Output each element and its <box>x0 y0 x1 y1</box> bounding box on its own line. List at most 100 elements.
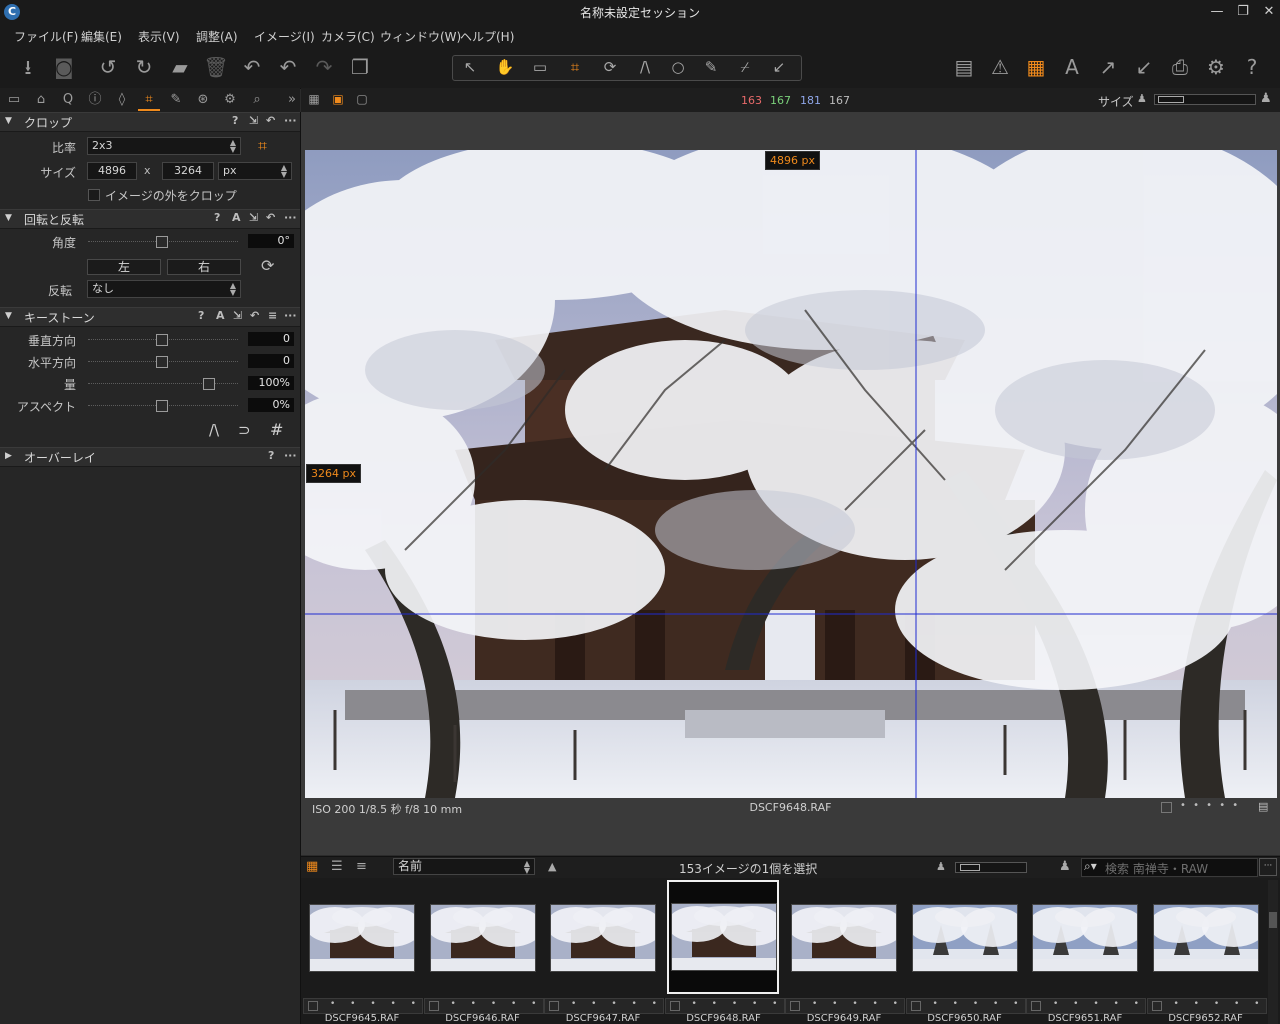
loupe-tool-icon[interactable]: ▭ <box>525 56 555 78</box>
adjust-tab-icon[interactable]: ✎ <box>165 91 187 109</box>
print-icon[interactable]: ⎙ <box>1166 54 1194 80</box>
thumbnail-image[interactable] <box>670 903 777 971</box>
menu-icon[interactable]: ··· <box>284 114 297 127</box>
collapse-arrow-icon[interactable]: ▼ <box>5 116 12 126</box>
search-icon[interactable]: ⌕▾ <box>1084 859 1097 874</box>
help-icon[interactable]: ? <box>1238 54 1266 80</box>
delete-icon[interactable]: 🗑 <box>202 54 230 80</box>
list-icon[interactable]: ≡ <box>268 309 277 322</box>
color-tag-icon[interactable] <box>1161 802 1172 813</box>
redo-icon[interactable]: ↷ <box>310 54 338 80</box>
copy-icon[interactable]: ⇲ <box>249 114 258 127</box>
move-to-icon[interactable]: ▰ <box>166 54 194 80</box>
reset-icon[interactable]: ↶ <box>250 309 259 322</box>
grid-view-icon[interactable]: ▦ <box>306 859 318 874</box>
copy-icon[interactable]: ⇲ <box>233 309 242 322</box>
exposure-tab-icon[interactable]: ⓘ <box>84 91 106 109</box>
lens-tab-icon[interactable]: Q <box>57 91 79 109</box>
keystone-horizontal-icon[interactable]: ⊃ <box>238 421 251 439</box>
help-icon[interactable]: ? <box>232 114 238 127</box>
ratio-select[interactable]: 2x3 ▲ ▼ <box>87 137 241 155</box>
color-tag-icon[interactable] <box>1151 1001 1162 1011</box>
undo-step-icon[interactable]: ↶ <box>274 54 302 80</box>
thumbnail-size-handle[interactable] <box>960 864 980 871</box>
reset-icon[interactable]: ↶ <box>266 114 275 127</box>
sort-direction-icon[interactable]: ▲ <box>548 860 556 873</box>
crop-tool-icon[interactable]: ⌗ <box>560 56 590 78</box>
thumbnail-cell[interactable] <box>666 880 779 994</box>
process-icon[interactable]: ↗ <box>1094 54 1122 80</box>
main-photo[interactable] <box>305 150 1277 798</box>
expand-arrow-icon[interactable]: ▶ <box>5 451 12 461</box>
rotate-tool-icon[interactable]: ⟳ <box>261 256 274 275</box>
menu-view[interactable]: 表示(V) <box>138 28 180 45</box>
sort-select[interactable]: 名前 ▲ ▼ <box>393 858 535 875</box>
thumbnail-image[interactable] <box>1152 904 1259 972</box>
menu-adjust[interactable]: 調整(A) <box>196 28 238 45</box>
browser-menu-icon[interactable]: ··· <box>1259 858 1277 876</box>
minimize-button[interactable]: — <box>1204 2 1230 22</box>
angle-slider-handle[interactable] <box>156 236 168 248</box>
maximize-button[interactable]: ❐ <box>1230 2 1256 22</box>
rotate-right-button[interactable]: 右 <box>167 259 241 275</box>
layout-icon[interactable]: ▤ <box>950 54 978 80</box>
settings-icon[interactable]: ⚙ <box>1202 54 1230 80</box>
undo-icon[interactable]: ↶ <box>238 54 266 80</box>
menu-icon[interactable]: ··· <box>284 309 297 322</box>
copy-icon[interactable]: ⇲ <box>249 211 258 224</box>
browser-scrollbar[interactable] <box>1268 880 1278 1024</box>
menu-edit[interactable]: 編集(E) <box>81 28 122 45</box>
slider-handle[interactable] <box>156 356 168 368</box>
menu-window[interactable]: ウィンドウ(W) <box>380 28 461 45</box>
details-tab-icon[interactable]: ⊛ <box>192 91 214 109</box>
rating-dots[interactable]: • • • • • <box>1180 800 1240 811</box>
picker-tool-icon[interactable]: ⌿ <box>730 56 760 78</box>
menu-camera[interactable]: カメラ(C) <box>321 28 375 45</box>
rotate-left-icon[interactable]: ↺ <box>94 54 122 80</box>
keystone-vertical-value[interactable]: 0 <box>248 332 294 346</box>
color-tag-icon[interactable] <box>790 1001 800 1011</box>
thumbnail-image[interactable] <box>309 904 415 972</box>
info-menu-icon[interactable]: ▤ <box>1258 800 1268 813</box>
slider-handle[interactable] <box>156 334 168 346</box>
compare-view-icon[interactable]: ▢ <box>354 92 370 106</box>
keystone-aspect-value[interactable]: 0% <box>248 398 294 412</box>
slider-handle[interactable] <box>156 400 168 412</box>
menu-icon[interactable]: ··· <box>284 449 297 462</box>
help-icon[interactable]: ? <box>198 309 204 322</box>
help-icon[interactable]: ? <box>214 211 220 224</box>
thumbnail-image[interactable] <box>550 904 656 972</box>
rotate-left-button[interactable]: 左 <box>87 259 161 275</box>
crop-tab-icon[interactable]: ⌗ <box>138 91 160 111</box>
text-icon[interactable]: A <box>1058 54 1086 80</box>
zoom-slider-handle[interactable] <box>1158 96 1184 103</box>
color-tag-icon[interactable] <box>428 1001 439 1011</box>
color-tag-icon[interactable] <box>669 1001 680 1011</box>
height-field[interactable]: 3264 <box>162 162 214 180</box>
thumbnail-image[interactable] <box>1032 904 1138 972</box>
library-tab-icon[interactable]: ▭ <box>3 91 25 109</box>
auto-icon[interactable]: A <box>232 211 241 224</box>
filmstrip-view-icon[interactable]: ≡ <box>356 859 367 874</box>
help-icon[interactable]: ? <box>268 449 274 462</box>
hand-tool-icon[interactable]: ✋ <box>490 56 520 78</box>
multi-view-icon[interactable]: ▦ <box>306 92 322 106</box>
keystone-horizontal-value[interactable]: 0 <box>248 354 294 368</box>
more-tabs-icon[interactable]: » <box>281 91 303 109</box>
thumbnail-image[interactable] <box>911 904 1018 972</box>
slider-handle[interactable] <box>203 378 215 390</box>
select-tool-icon[interactable]: ↖ <box>455 56 485 78</box>
list-view-icon[interactable]: ☰ <box>331 859 343 874</box>
color-tag-icon[interactable] <box>1031 1001 1041 1011</box>
crop-icon[interactable]: ⌗ <box>258 136 267 156</box>
color-tag-icon[interactable] <box>910 1001 921 1011</box>
camera-icon[interactable]: ◙ <box>50 54 78 80</box>
thumbnail-rating[interactable]: • • • • • <box>1053 999 1145 1009</box>
keystone-full-icon[interactable]: # <box>270 420 283 439</box>
keystone-vertical-icon[interactable]: /\ <box>209 421 219 439</box>
exposure-warning-icon[interactable]: ⚠ <box>986 54 1014 80</box>
flip-select[interactable]: なし ▲ ▼ <box>87 280 241 298</box>
single-view-icon[interactable]: ▣ <box>330 92 346 106</box>
rotate-right-icon[interactable]: ↻ <box>130 54 158 80</box>
grid-icon[interactable]: ▦ <box>1022 54 1050 80</box>
